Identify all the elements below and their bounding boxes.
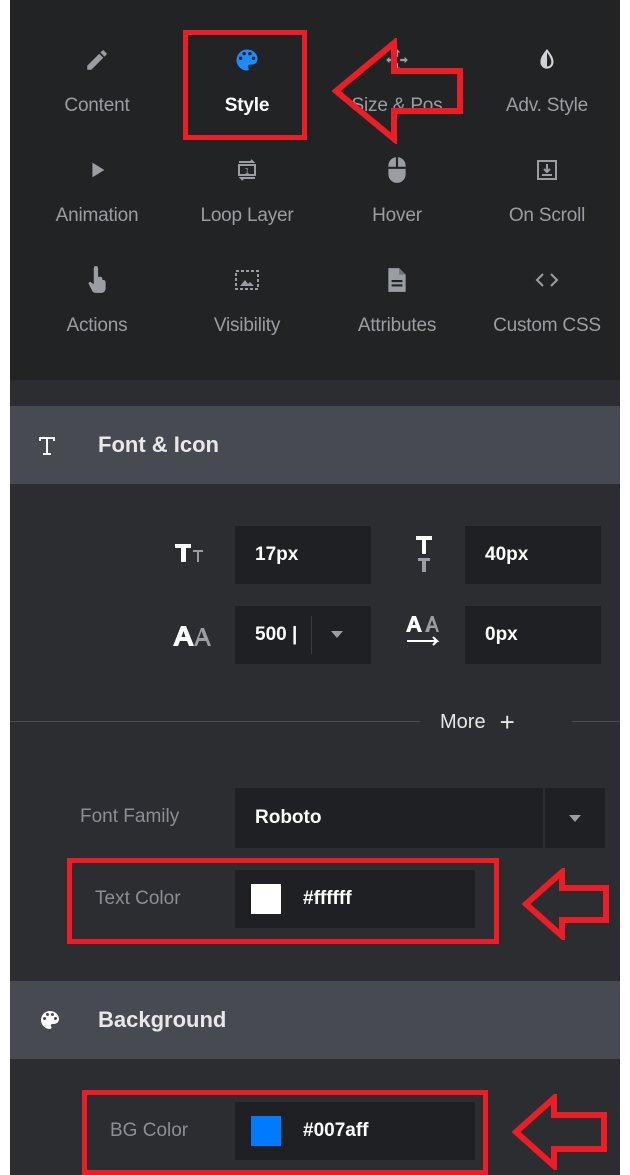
font-family-select[interactable]: Roboto [235,788,605,848]
line-height-icon [414,534,434,574]
tab-attributes[interactable]: Attributes [322,220,472,336]
select-divider [543,788,545,848]
tab-grid: Content Style Size & Pos Adv. Style Anim… [10,0,620,380]
section-title: Font & Icon [98,432,219,457]
tab-label: Custom CSS [493,315,601,336]
svg-text:1: 1 [244,167,249,176]
mouse-icon [322,155,472,185]
pencil-icon [22,45,172,75]
section-title: Background [98,1007,227,1032]
bg-color-highlight [82,1090,488,1175]
tab-custom-css[interactable]: Custom CSS [472,220,620,336]
font-family-label: Font Family [80,806,180,827]
chevron-down-icon [331,631,343,639]
letter-spacing-input[interactable]: 0px [465,606,601,664]
section-font-icon-header[interactable]: Font & Icon [10,406,620,484]
play-icon [22,155,172,185]
contrast-icon [472,45,620,75]
tab-actions[interactable]: Actions [22,220,172,336]
text-color-highlight [67,858,499,944]
line-height-input[interactable]: 40px [465,526,601,584]
arrow-pointing-to-bg-color [512,1094,608,1170]
loop-icon: 1 [172,155,322,185]
tab-label: Actions [66,315,128,336]
divider-left [10,721,420,722]
more-toggle[interactable]: More + [440,708,515,736]
code-icon [472,265,620,295]
tab-visibility[interactable]: Visibility [172,220,322,336]
arrow-pointing-to-text-color [522,868,610,940]
divider-right [572,721,620,722]
font-size-icon [173,539,207,565]
arrow-pointing-to-style-tab [332,38,466,144]
font-size-input[interactable]: 17px [235,526,371,584]
layer-options-panel: Content Style Size & Pos Adv. Style Anim… [10,0,620,1175]
tab-content[interactable]: Content [22,0,172,116]
scroll-icon [472,155,620,185]
palette-icon [38,981,62,1059]
plus-icon: + [499,707,515,737]
font-weight-icon [172,624,212,648]
tab-label: Visibility [213,315,281,336]
tab-adv-style[interactable]: Adv. Style [472,0,620,116]
document-icon [322,265,472,295]
more-label: More [440,710,486,733]
tab-animation[interactable]: Animation [22,110,172,226]
hand-pointer-icon [22,265,172,295]
visibility-icon [172,265,322,295]
letter-spacing-icon [405,614,445,652]
tab-on-scroll[interactable]: On Scroll [472,110,620,226]
text-icon [38,406,56,484]
section-background-header[interactable]: Background [10,981,620,1059]
style-tab-highlight [183,30,307,140]
select-divider [311,616,312,654]
font-weight-select[interactable]: 500 | [235,606,371,664]
chevron-down-icon [569,815,581,823]
tab-label: Attributes [357,315,437,336]
